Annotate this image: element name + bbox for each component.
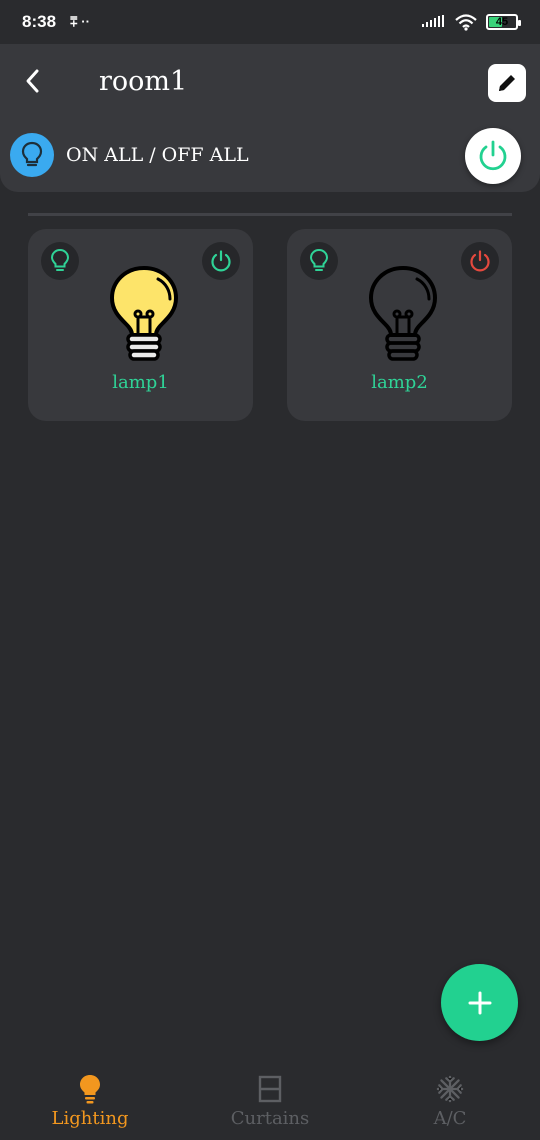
- lamp-card-1[interactable]: lamp1: [28, 229, 253, 421]
- bulb-icon: [309, 248, 329, 271]
- nav-label: Curtains: [230, 1108, 310, 1129]
- lamp-name: lamp1: [112, 372, 169, 393]
- power-icon: [470, 250, 490, 272]
- snowflake-icon: [436, 1075, 464, 1103]
- chevron-left-icon: [26, 69, 39, 93]
- bulb-icon: [50, 248, 70, 271]
- header: room1 ON ALL / OFF ALL: [0, 44, 540, 192]
- lamp2-power-button[interactable]: [461, 242, 499, 280]
- lamp-bulb-badge: [300, 242, 338, 280]
- status-bar: 8:38 ⩱ ·· 45: [0, 0, 540, 44]
- pencil-icon: [499, 75, 515, 91]
- edit-button[interactable]: [488, 64, 526, 102]
- nav-item-curtains[interactable]: Curtains: [180, 1062, 360, 1140]
- nav-item-lighting[interactable]: Lighting: [0, 1062, 180, 1140]
- status-time: 8:38: [22, 12, 57, 31]
- lamp-on-bulb-icon: [109, 265, 179, 361]
- battery-level: 45: [495, 16, 509, 28]
- power-all-button[interactable]: [465, 128, 521, 184]
- bulb-icon: [80, 1075, 100, 1104]
- lamp-bulb-badge: [41, 242, 79, 280]
- plus-icon: [468, 991, 491, 1014]
- nav-label: Lighting: [51, 1108, 129, 1129]
- lamp-card-2[interactable]: lamp2: [287, 229, 512, 421]
- lamp-off-bulb-icon: [368, 265, 438, 361]
- power-icon: [211, 250, 231, 272]
- power-icon: [479, 140, 507, 171]
- all-control-row: ON ALL / OFF ALL: [10, 133, 249, 177]
- back-button[interactable]: [18, 66, 48, 96]
- all-bulb-icon: [10, 133, 54, 177]
- curtain-icon: [258, 1075, 282, 1103]
- add-device-button[interactable]: [441, 964, 518, 1041]
- divider: [28, 213, 512, 216]
- page-title: room1: [99, 66, 188, 97]
- signal-icon: [422, 15, 444, 27]
- bottom-nav: Lighting Curtains A/C: [0, 1062, 540, 1140]
- nav-item-ac[interactable]: A/C: [360, 1062, 540, 1140]
- notification-icons: ⩱ ··: [70, 14, 90, 29]
- lamp-name: lamp2: [371, 372, 428, 393]
- lamp1-power-button[interactable]: [202, 242, 240, 280]
- wifi-icon: [455, 14, 477, 31]
- nav-label: A/C: [433, 1108, 467, 1129]
- all-toggle-label: ON ALL / OFF ALL: [66, 144, 249, 166]
- battery-icon: 45: [486, 14, 521, 30]
